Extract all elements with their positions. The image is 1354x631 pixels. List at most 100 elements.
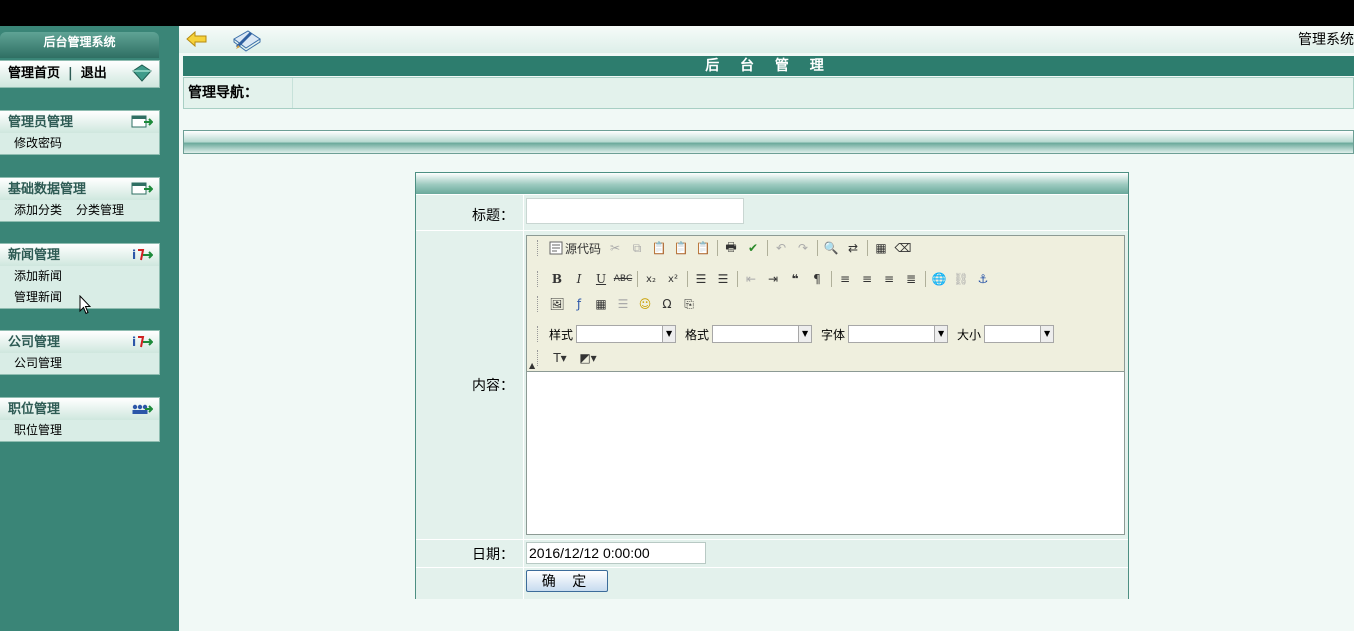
date-cell [523,540,1128,567]
top-toolbar: 管理系统 [179,26,1354,53]
sidebar-item-add-category[interactable]: 添加分类 [14,203,62,217]
replace-icon[interactable]: ⇄ [842,238,864,258]
indent-icon[interactable]: ⇥ [762,269,784,289]
rich-text-editor: 源代码 ✂ ⧉ 📋 📋 📋 🖶 ✔ ↶ ↷ 🔍 ⇄ ▦ ⌫ B I U ABC … [526,235,1125,535]
align-right-icon[interactable]: ≡ [878,269,900,289]
align-justify-icon[interactable]: ≣ [900,269,922,289]
main-content: 管理系统 后 台 管 理 管理导航： 标题： 内容： 源代码 ✂ ⧉ 📋 📋 📋… [179,26,1354,631]
logout-link[interactable]: 退出 [81,66,107,81]
section-title: 管理员管理 [8,115,74,130]
mouse-cursor-icon [79,295,91,315]
news-form-panel: 标题： 内容： 源代码 ✂ ⧉ 📋 📋 📋 🖶 ✔ ↶ ↷ 🔍 ⇄ ▦ ⌫ B … [415,172,1129,599]
svg-text:i: i [132,248,136,262]
sidebar-item-add-news[interactable]: 添加新闻 [0,266,159,287]
spellcheck-icon[interactable]: ✔ [742,238,764,258]
align-center-icon[interactable]: ≡ [856,269,878,289]
section-title: 基础数据管理 [8,182,87,197]
section-divider-band [183,130,1354,154]
window-top-bar [0,0,1354,26]
title-input[interactable] [526,198,744,224]
sidebar-item-position-manage[interactable]: 职位管理 [0,420,159,441]
size-label: 大小 [957,327,982,342]
users-arrow-icon [132,404,153,414]
title-label: 标题： [472,208,514,224]
date-row: 日期： [416,539,1128,567]
paste-icon[interactable]: 📋 [648,238,670,258]
special-char-icon[interactable]: Ω [656,294,678,314]
numbered-list-icon[interactable]: ☰ [690,269,712,289]
italic-icon[interactable]: I [568,269,590,289]
undo-icon[interactable]: ↶ [770,238,792,258]
page-break-icon[interactable]: ⎘ [678,294,700,314]
select-all-icon[interactable]: ▦ [870,238,892,258]
source-button[interactable]: 源代码 [546,238,604,258]
background-color-icon[interactable]: ◩▾ [574,348,602,368]
image-icon[interactable]: 🖼 [546,294,568,314]
content-cell: 源代码 ✂ ⧉ 📋 📋 📋 🖶 ✔ ↶ ↷ 🔍 ⇄ ▦ ⌫ B I U ABC … [523,231,1128,539]
window-arrow-icon [131,182,153,195]
find-icon[interactable]: 🔍 [820,238,842,258]
sidebar-item-change-password[interactable]: 修改密码 [0,133,159,154]
superscript-icon[interactable]: x² [662,269,684,289]
smiley-icon[interactable]: ☺ [634,294,656,314]
editor-toolbar: 源代码 ✂ ⧉ 📋 📋 📋 🖶 ✔ ↶ ↷ 🔍 ⇄ ▦ ⌫ B I U ABC … [527,236,1124,372]
window-arrow-icon [131,115,153,128]
date-label: 日期： [472,547,514,563]
format-select[interactable]: ▼ [712,325,813,343]
unlink-icon[interactable]: ⛓ [950,269,972,289]
underline-icon[interactable]: U [590,269,612,289]
sidebar-item-company-manage[interactable]: 公司管理 [0,353,159,374]
remove-format-icon[interactable]: ⌫ [892,238,914,258]
create-div-icon[interactable]: ¶ [806,269,828,289]
sidebar-title: 后台管理系统 [0,32,159,58]
home-link[interactable]: 管理首页 [8,66,60,81]
sidebar-section-header: 管理员管理 [0,111,159,133]
subscript-icon[interactable]: x₂ [640,269,662,289]
chevron-down-icon: ▼ [662,326,676,342]
bold-icon[interactable]: B [546,269,568,289]
sidebar-section-header: 基础数据管理 [0,178,159,200]
section-title: 职位管理 [8,402,61,417]
toolbar-collapse-icon[interactable]: ▲ [529,361,535,370]
sidebar-item-category-manage[interactable]: 分类管理 [76,203,124,217]
info-arrow-icon: i [132,335,153,349]
align-left-icon[interactable]: ≡ [834,269,856,289]
copy-icon[interactable]: ⧉ [626,238,648,258]
blockquote-icon[interactable]: ❝ [784,269,806,289]
date-input[interactable] [526,542,706,564]
toolbar-row-1: 源代码 ✂ ⧉ 📋 📋 📋 🖶 ✔ ↶ ↷ 🔍 ⇄ ▦ ⌫ [537,237,914,259]
source-doc-icon [549,241,563,255]
cut-icon[interactable]: ✂ [604,238,626,258]
link-icon[interactable]: 🌐 [928,269,950,289]
chevron-down-icon: ▼ [1040,326,1054,342]
paste-text-icon[interactable]: 📋 [670,238,692,258]
submit-cell: 确 定 [523,568,1128,599]
editor-content-area[interactable] [527,372,1124,534]
source-label: 源代码 [564,241,601,256]
redo-icon[interactable]: ↷ [792,238,814,258]
style-select[interactable]: ▼ [576,325,677,343]
system-title: 管理系统 [1298,32,1354,48]
font-select[interactable]: ▼ [848,325,949,343]
back-arrow-icon[interactable] [185,30,209,48]
book-pencil-icon[interactable] [231,27,263,53]
text-color-icon[interactable]: T▾ [546,348,574,368]
outdent-icon[interactable]: ⇤ [740,269,762,289]
table-icon[interactable]: ▦ [590,294,612,314]
sidebar-section-header: 新闻管理 i [0,244,159,266]
confirm-button[interactable]: 确 定 [526,570,608,592]
size-select[interactable]: ▼ [984,325,1055,343]
sidebar-item-row: 添加分类 分类管理 [0,200,159,221]
strikethrough-icon[interactable]: ABC [612,269,634,289]
nav-label: 管理导航： [184,78,293,108]
bulleted-list-icon[interactable]: ☰ [712,269,734,289]
home-separator: | [68,66,73,81]
nav-bar: 管理导航： [183,77,1354,109]
anchor-icon[interactable]: ⚓ [972,269,994,289]
print-icon[interactable]: 🖶 [720,238,742,258]
toolbar-row-2: B I U ABC x₂ x² ☰ ☰ ⇤ ⇥ ❝ ¶ ≡ ≡ ≡ ≣ 🌐 ⛓ … [537,268,994,290]
sidebar-section-header: 公司管理 i [0,331,159,353]
horizontal-rule-icon[interactable]: ☰ [612,294,634,314]
paste-word-icon[interactable]: 📋 [692,238,714,258]
flash-icon[interactable]: ƒ [568,294,590,314]
